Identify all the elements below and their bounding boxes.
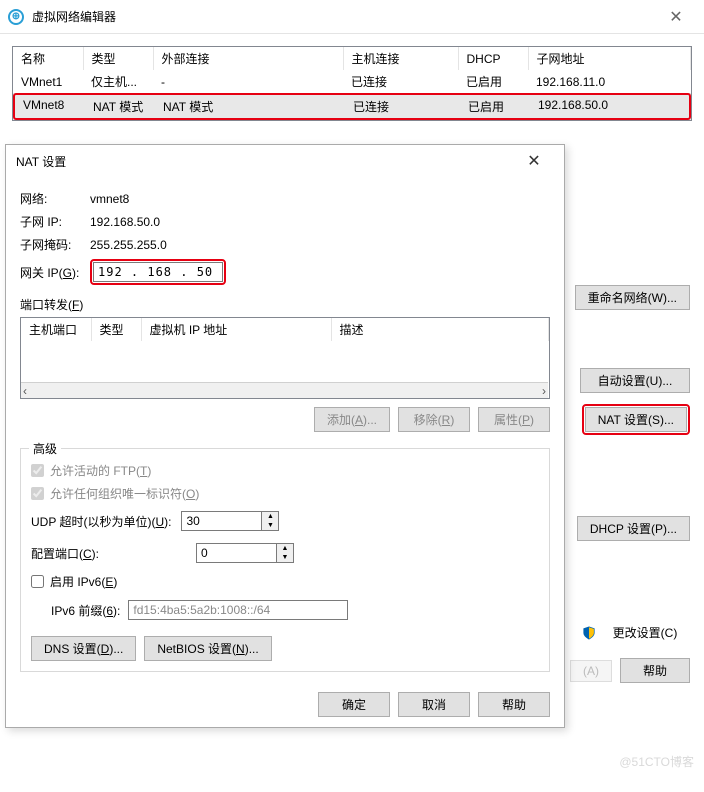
advanced-group: 高级 允许活动的 FTP(T) 允许任何组织唯一标识符(O) UDP 超时(以秒…	[20, 448, 550, 672]
gateway-input[interactable]	[93, 262, 223, 282]
allow-ftp-checkbox[interactable]	[31, 464, 44, 477]
dialog-close-icon[interactable]: ✕	[514, 151, 554, 171]
auto-settings-button[interactable]: 自动设置(U)...	[580, 368, 690, 393]
shield-icon	[582, 626, 596, 640]
scroll-left-icon[interactable]: ‹	[23, 384, 27, 398]
scroll-right-icon[interactable]: ›	[542, 384, 546, 398]
network-label: 网络:	[20, 190, 90, 207]
config-port-input[interactable]	[196, 543, 276, 563]
enable-ipv6-checkbox[interactable]	[31, 575, 44, 588]
dhcp-settings-button[interactable]: DHCP 设置(P)...	[577, 516, 690, 541]
dns-settings-button[interactable]: DNS 设置(D)...	[31, 636, 136, 661]
subnet-label: 子网 IP:	[20, 213, 90, 230]
portfwd-table[interactable]: 主机端口 类型 虚拟机 IP 地址 描述 ‹›	[20, 317, 550, 399]
portfwd-props-button[interactable]: 属性(P)	[478, 407, 550, 432]
netbios-settings-button[interactable]: NetBIOS 设置(N)...	[144, 636, 271, 661]
gateway-label: 网关 IP(G):	[20, 264, 90, 281]
portfwd-remove-button[interactable]: 移除(R)	[398, 407, 470, 432]
nat-settings-dialog: NAT 设置 ✕ 网络:vmnet8 子网 IP:192.168.50.0 子网…	[5, 144, 565, 728]
allow-org-checkbox[interactable]	[31, 487, 44, 500]
a-button[interactable]: (A)	[570, 660, 612, 682]
app-icon: ⊕	[8, 9, 24, 25]
nat-settings-button[interactable]: NAT 设置(S)...	[585, 407, 687, 432]
window-close-icon[interactable]: ✕	[656, 7, 696, 27]
col-name[interactable]: 名称	[13, 47, 83, 70]
mask-value: 255.255.255.0	[90, 238, 167, 252]
network-value: vmnet8	[90, 192, 129, 206]
allow-ftp-label: 允许活动的 FTP(T)	[50, 462, 151, 479]
help-button[interactable]: 帮助	[620, 658, 690, 683]
ok-button[interactable]: 确定	[318, 692, 390, 717]
network-table[interactable]: 名称 类型 外部连接 主机连接 DHCP 子网地址 VMnet1 仅主机... …	[12, 46, 692, 121]
col-host[interactable]: 主机连接	[343, 47, 458, 70]
udp-timeout-input[interactable]	[181, 511, 261, 531]
table-row-selected[interactable]: VMnet8 NAT 模式 NAT 模式 已连接 已启用 192.168.50.…	[13, 93, 691, 120]
advanced-legend: 高级	[29, 440, 61, 457]
ipv6-prefix-input[interactable]	[128, 600, 348, 620]
table-row[interactable]: VMnet1 仅主机... - 已连接 已启用 192.168.11.0	[13, 70, 691, 93]
change-settings-button[interactable]: 更改设置(C)	[600, 621, 690, 644]
rename-network-button[interactable]: 重命名网络(W)...	[575, 285, 690, 310]
spin-up-icon[interactable]: ▲	[262, 512, 278, 521]
table-header-row: 名称 类型 外部连接 主机连接 DHCP 子网地址	[13, 47, 691, 70]
portfwd-add-button[interactable]: 添加(A)...	[314, 407, 390, 432]
col-ext[interactable]: 外部连接	[153, 47, 343, 70]
pf-col-desc[interactable]: 描述	[331, 318, 549, 341]
mask-label: 子网掩码:	[20, 236, 90, 253]
window-title: 虚拟网络编辑器	[32, 8, 656, 25]
cancel-button[interactable]: 取消	[398, 692, 470, 717]
col-dhcp[interactable]: DHCP	[458, 47, 528, 70]
dialog-title: NAT 设置	[16, 153, 514, 170]
allow-org-label: 允许任何组织唯一标识符(O)	[50, 485, 199, 502]
horizontal-scrollbar[interactable]: ‹›	[21, 382, 548, 398]
config-port-label: 配置端口(C):	[31, 545, 186, 562]
spin-up-icon[interactable]: ▲	[277, 544, 293, 553]
pf-col-type[interactable]: 类型	[91, 318, 141, 341]
watermark: @51CTO博客	[619, 753, 694, 770]
ipv6-prefix-label: IPv6 前缀(6):	[51, 602, 120, 619]
col-subnet[interactable]: 子网地址	[528, 47, 691, 70]
dialog-help-button[interactable]: 帮助	[478, 692, 550, 717]
udp-timeout-label: UDP 超时(以秒为单位)(U):	[31, 513, 171, 530]
pf-col-vmip[interactable]: 虚拟机 IP 地址	[141, 318, 331, 341]
spin-down-icon[interactable]: ▼	[262, 521, 278, 530]
col-type[interactable]: 类型	[83, 47, 153, 70]
enable-ipv6-label: 启用 IPv6(E)	[50, 573, 117, 590]
portfwd-label: 端口转发(F)	[20, 296, 550, 313]
spin-down-icon[interactable]: ▼	[277, 553, 293, 562]
pf-col-hostport[interactable]: 主机端口	[21, 318, 91, 341]
subnet-value: 192.168.50.0	[90, 215, 160, 229]
